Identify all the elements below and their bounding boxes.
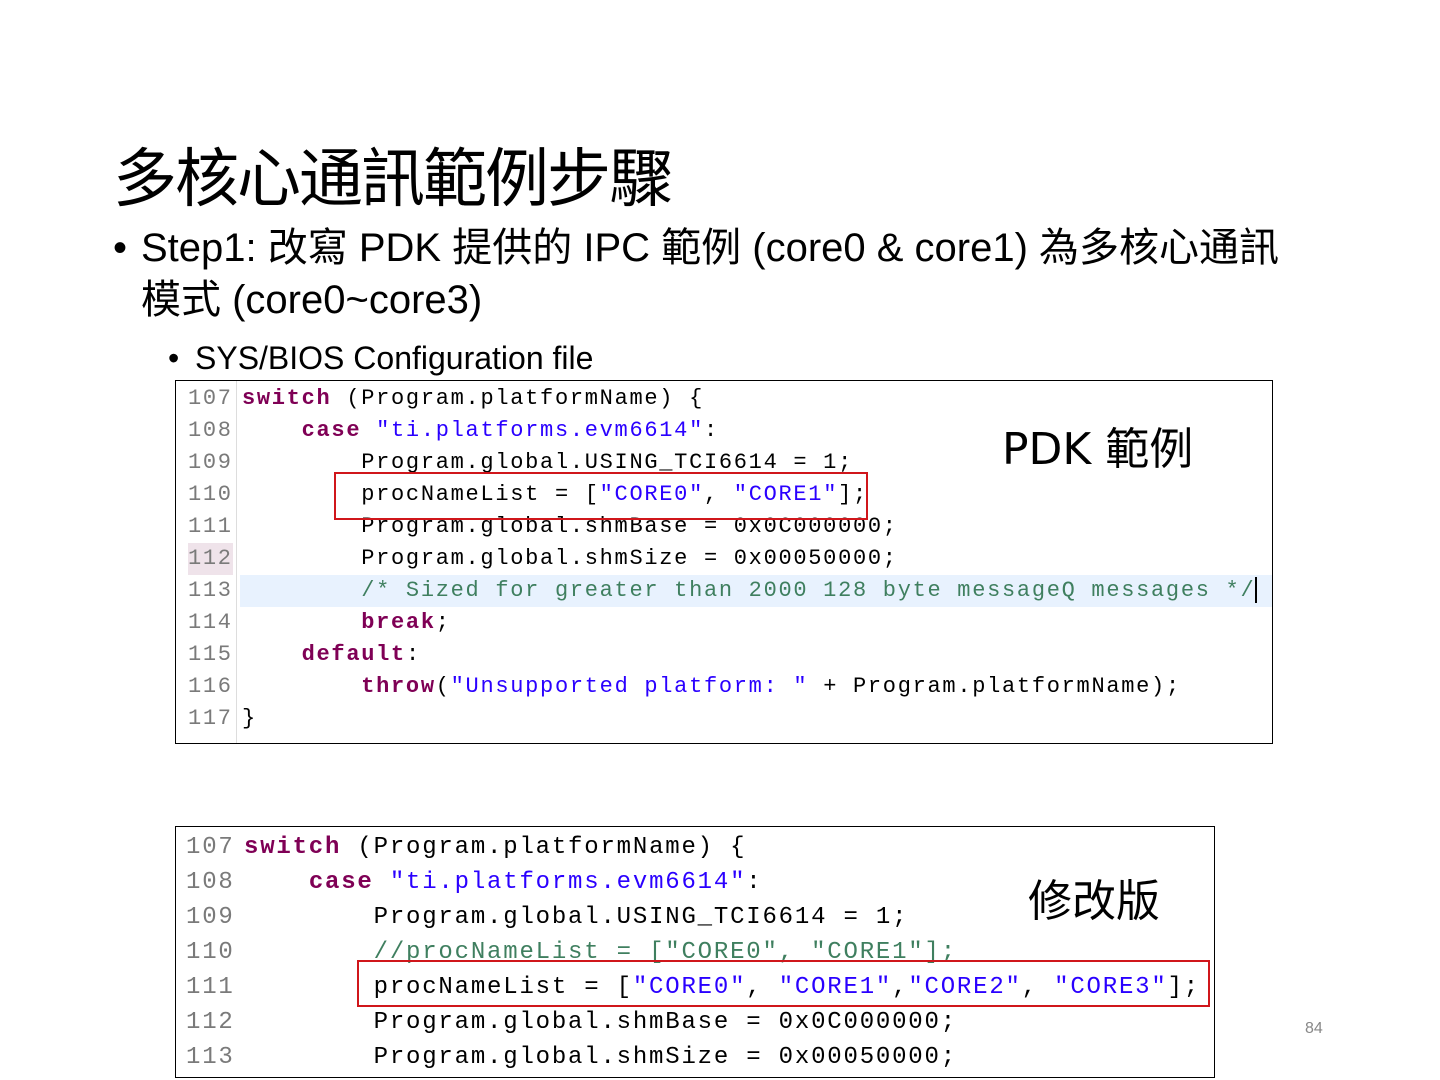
code-token-pl: Program.global.shmSize = 0x00050000; [244,1044,957,1071]
line-number: 107 [186,834,235,861]
code-line: 113 Program.global.shmSize = 0x00050000; [176,1040,1214,1075]
code-token-pl: : [703,418,719,443]
code-line: 107 switch (Program.platformName) { [176,383,1272,415]
code-token-pl: Program.global.USING_TCI6614 = 1; [244,904,909,931]
line-number: 112 [186,1009,235,1036]
page-number: 84 [1305,1020,1323,1037]
code-text: } [242,703,257,735]
line-number: 108 [186,869,235,896]
line-number: 108 [188,418,233,443]
code-text: switch (Program.platformName) { [242,383,704,415]
code-token-kw: break [361,610,436,635]
code-token-pl: (Program.platformName) { [341,834,747,861]
code-token-pl: ( [435,674,451,699]
code-label-modified: 修改版 [1028,876,1160,927]
highlight-box [357,960,1210,1007]
bullet-dot: • [168,340,180,376]
gutter-divider [236,381,237,743]
line-number: 109 [186,904,235,931]
code-token-str: "ti.platforms.evm6614" [376,418,704,443]
code-text: case "ti.platforms.evm6614": [244,865,762,900]
code-token-pl: (Program.platformName) { [331,386,704,411]
line-number: 111 [186,974,235,1001]
code-token-pl: } [242,706,257,731]
code-token-pl: ; [435,610,451,635]
line-number: 107 [188,386,233,411]
bullet-config-file-text: SYS/BIOS Configuration file [195,340,594,376]
code-token-kw: case [308,869,374,896]
code-text: switch (Program.platformName) { [244,830,746,865]
bullet-step1-text: Step1: 改寫 PDK 提供的 IPC 範例 (core0 & core1)… [141,226,1280,322]
code-line: 112 Program.global.shmBase = 0x0C000000; [176,1005,1214,1040]
code-token-kw: switch [244,834,342,861]
code-line: 114 break; [176,607,1272,639]
line-number: 115 [188,642,233,667]
code-label-original: PDK 範例 [1002,424,1194,475]
code-token-pl: + Program.platformName); [808,674,1181,699]
code-text: throw("Unsupported platform: " + Program… [242,671,1181,703]
code-token-kw: switch [242,386,332,411]
code-line: 112 Program.global.shmSize = 0x00050000; [176,543,1272,575]
code-text: case "ti.platforms.evm6614": [242,415,719,447]
code-text: Program.global.USING_TCI6614 = 1; [244,900,908,935]
line-number: 116 [188,674,233,699]
code-text: /* Sized for greater than 2000 128 byte … [242,575,1258,607]
code-text: default: [242,639,421,671]
line-number: 110 [186,939,235,966]
code-text: Program.global.shmBase = 0x0C000000; [244,1005,957,1040]
line-number: 111 [188,514,233,539]
code-text: break; [242,607,451,639]
code-token-kw: default [301,642,406,667]
line-number: 110 [188,482,233,507]
line-number: 113 [186,1044,235,1071]
code-line: 117} [176,703,1272,735]
code-token-str: "ti.platforms.evm6614" [389,869,747,896]
code-token-pl: Program.global.shmBase = 0x0C000000; [244,1009,957,1036]
code-line: 116 throw("Unsupported platform: " + Pro… [176,671,1272,703]
code-token-kw: throw [361,674,436,699]
text-cursor [1255,577,1258,604]
code-text: Program.global.shmSize = 0x00050000; [242,543,898,575]
code-screenshot-modified: 107 switch (Program.platformName) { 108 ca… [175,826,1215,1078]
code-text: Program.global.shmSize = 0x00050000; [244,1040,957,1075]
line-number: 109 [188,450,233,475]
line-number: 114 [188,610,233,635]
code-line: 107 switch (Program.platformName) { [176,830,1214,865]
line-number: 117 [188,706,233,731]
code-line: 115 default: [176,639,1272,671]
code-token-pl: : [746,869,763,896]
bullet-dot: • [113,226,128,270]
line-number: 113 [188,575,233,607]
code-token-cm: /* Sized for greater than 2000 128 byte … [361,578,1256,603]
code-token-pl: : [405,642,421,667]
code-token-kw: case [301,418,362,443]
code-screenshot-original: 107 switch (Program.platformName) { 108 ca… [175,380,1273,744]
highlight-box [334,472,868,520]
line-number: 112 [188,543,233,575]
code-line: 113 /* Sized for greater than 2000 128 b… [188,575,1272,607]
code-token-str: "Unsupported platform: " [450,674,809,699]
slide-title: 多核心通訊範例步驟 [113,143,673,217]
code-token-pl: Program.global.shmSize = 0x00050000; [242,546,898,571]
